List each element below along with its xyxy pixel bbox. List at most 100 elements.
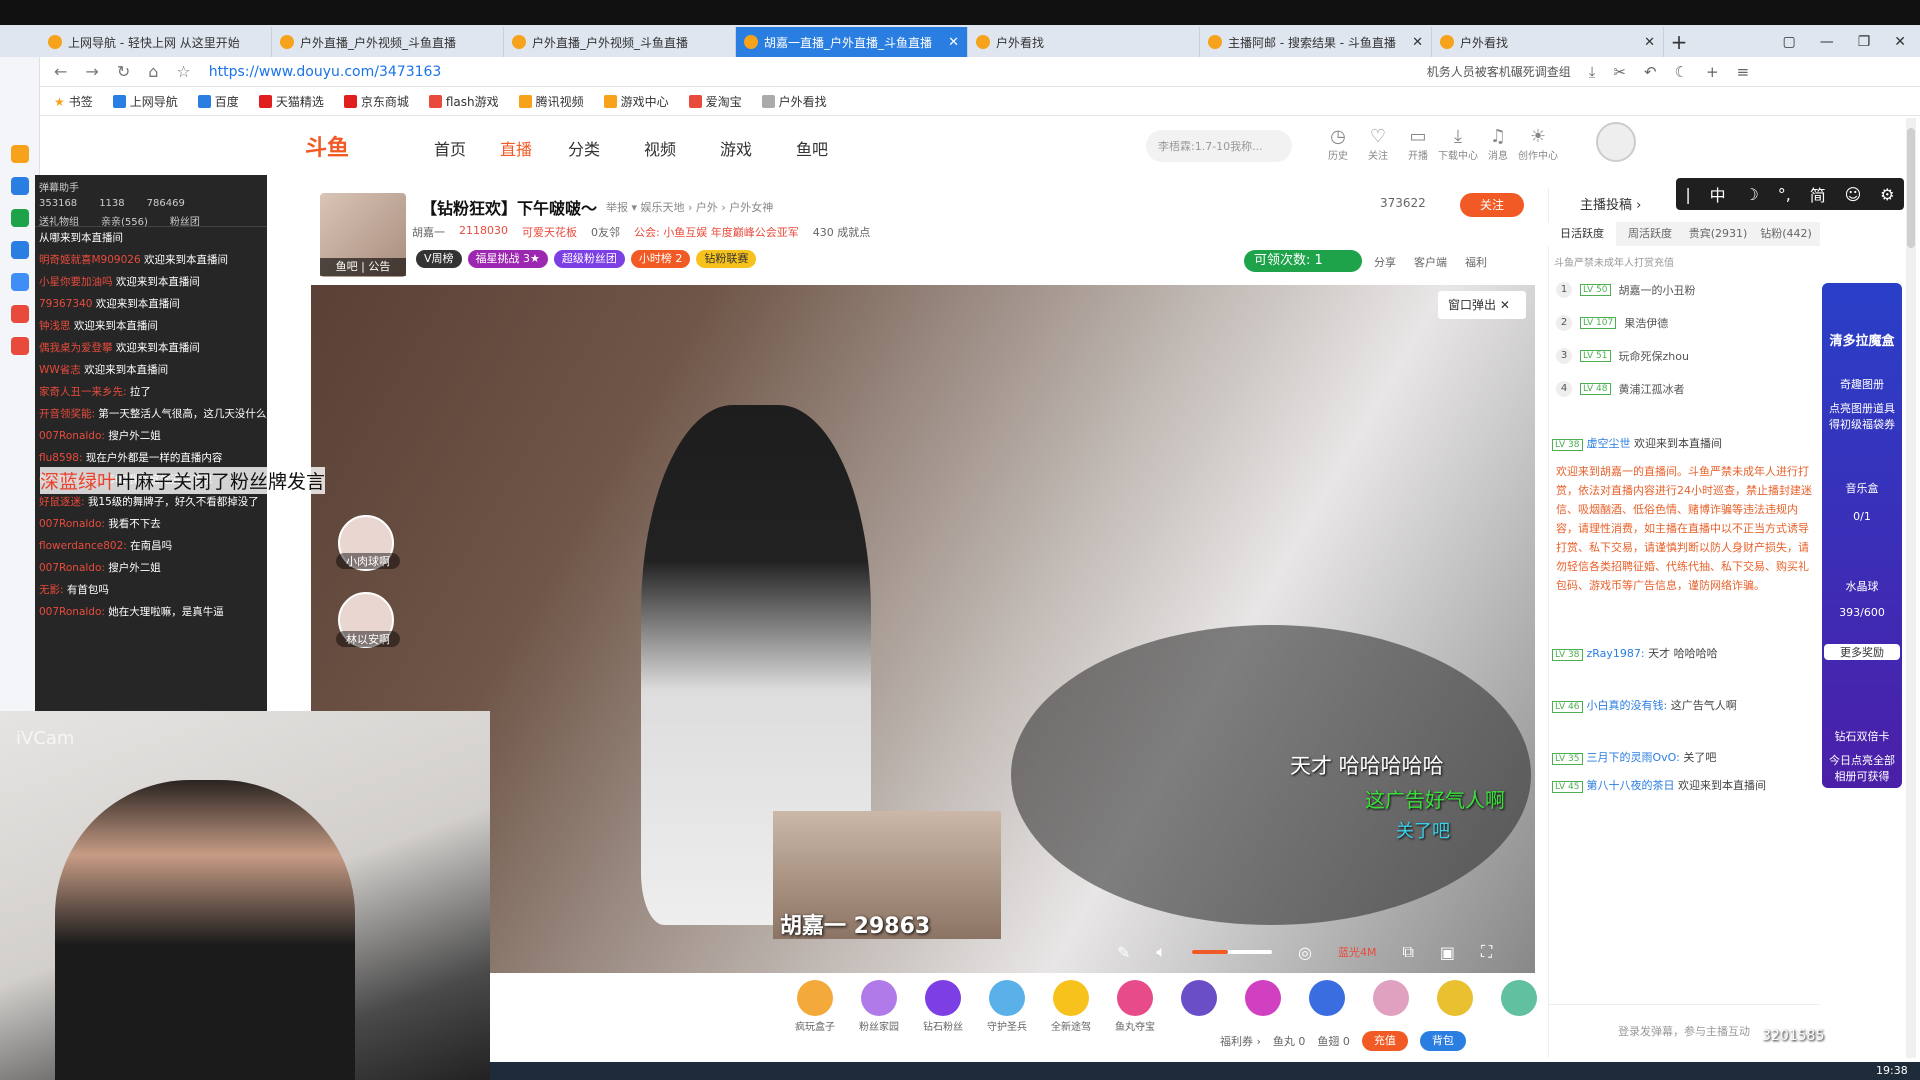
- ime-item[interactable]: 简: [1810, 182, 1826, 206]
- recharge-button[interactable]: 充值: [1361, 1031, 1408, 1051]
- browser-tab[interactable]: 户外看找: [968, 27, 1200, 57]
- danmu-user[interactable]: 明奇姬就喜M909026: [39, 254, 141, 266]
- friends-count[interactable]: 0友邻: [591, 224, 620, 240]
- danmu-user[interactable]: 007Ronaldo:: [39, 518, 105, 530]
- host-submission[interactable]: 主播投稿 ›: [1580, 194, 1641, 213]
- favorites-icon[interactable]: [11, 145, 29, 163]
- danmu-toggle-icon[interactable]: ◎: [1298, 943, 1312, 962]
- moon-icon[interactable]: ☽: [1745, 185, 1759, 204]
- bookmark-item[interactable]: 天猫精选: [258, 93, 324, 110]
- cover-label[interactable]: 鱼吧 | 公告: [320, 258, 406, 276]
- danmu-user[interactable]: 79367340: [39, 298, 92, 310]
- panel-tab[interactable]: 粉丝团: [170, 213, 200, 228]
- home-icon[interactable]: ⌂: [148, 62, 158, 81]
- ime-item[interactable]: °,: [1778, 185, 1791, 204]
- gift-item[interactable]: [1494, 980, 1544, 1033]
- nav-game[interactable]: 游戏: [720, 136, 752, 160]
- app-icon[interactable]: [11, 241, 29, 259]
- download-icon[interactable]: ⤓: [1589, 63, 1596, 81]
- close-icon[interactable]: ✕: [1500, 298, 1510, 312]
- volume-icon[interactable]: 🔈︎: [1156, 942, 1166, 962]
- scissors-icon[interactable]: ✂: [1613, 63, 1626, 81]
- panel-tab[interactable]: 亲亲(556): [101, 213, 148, 228]
- new-tab-icon[interactable]: +: [1664, 27, 1694, 57]
- user-avatar[interactable]: [1596, 122, 1636, 162]
- history-button[interactable]: ◷ 历史: [1318, 126, 1358, 162]
- lucky-challenge-badge[interactable]: 福星挑战 3★: [467, 250, 548, 268]
- bookmark-item[interactable]: flash游戏: [428, 93, 499, 110]
- creator-center-button[interactable]: ☀ 创作中心: [1518, 126, 1558, 162]
- rank-row[interactable]: 4 LV 48 黄浦江孤冰者: [1556, 377, 1685, 401]
- star-icon[interactable]: ☆: [176, 62, 190, 81]
- bookmark-item[interactable]: 爱淘宝: [688, 93, 742, 110]
- search-input[interactable]: 李梧霖:1.7-10我称...: [1146, 130, 1292, 162]
- page-scrollbar[interactable]: [1906, 118, 1916, 1058]
- message-button[interactable]: ♫ 消息: [1478, 126, 1518, 162]
- nav-live[interactable]: 直播: [500, 136, 532, 160]
- gift-item[interactable]: [1174, 980, 1224, 1033]
- diamond-card[interactable]: 钻石双倍卡: [1824, 728, 1900, 744]
- douyu-logo[interactable]: 斗鱼: [305, 130, 385, 160]
- nav-home[interactable]: 首页: [434, 136, 466, 160]
- promo-banner[interactable]: [1822, 283, 1902, 788]
- pip-toggle-icon[interactable]: ⧉: [1402, 942, 1413, 962]
- share-button[interactable]: 分享: [1374, 254, 1396, 270]
- reload-icon[interactable]: ↻: [117, 62, 130, 81]
- browser-tab[interactable]: 户外直播_户外视频_斗鱼直播: [504, 27, 736, 57]
- scrollbar-thumb[interactable]: [1907, 128, 1915, 248]
- danmu-user[interactable]: 007Ronaldo:: [39, 562, 105, 574]
- rank-row[interactable]: 3 LV 51 玩命死保zhou: [1556, 344, 1689, 368]
- gift-item[interactable]: 全新途驾: [1046, 980, 1096, 1033]
- follow-button[interactable]: 关注: [1460, 193, 1524, 217]
- diamond-league-badge[interactable]: 钻粉联赛: [696, 250, 757, 268]
- danmu-user[interactable]: 开音领奖能:: [39, 408, 95, 420]
- room-category[interactable]: 举报 ▾ 娱乐天地 › 户外 › 户外女神: [606, 199, 773, 215]
- bookmark-item[interactable]: ★ 书签: [54, 93, 93, 110]
- nav-category[interactable]: 分类: [568, 136, 600, 160]
- cloud-icon[interactable]: [11, 273, 29, 291]
- backpack-button[interactable]: 背包: [1419, 1031, 1466, 1051]
- music-box[interactable]: 音乐盒: [1824, 480, 1900, 496]
- weibo-icon[interactable]: [11, 305, 29, 323]
- gift-item[interactable]: [1302, 980, 1352, 1033]
- plus-icon[interactable]: +: [1706, 63, 1719, 81]
- forward-icon[interactable]: →: [85, 62, 98, 81]
- bookmark-item[interactable]: 游戏中心: [603, 93, 669, 110]
- gift-item[interactable]: [1366, 980, 1416, 1033]
- gift-item[interactable]: 钻石粉丝: [918, 980, 968, 1033]
- emoji-icon[interactable]: ☺: [1845, 185, 1862, 204]
- danmu-user[interactable]: 家奇人丑一来乡先:: [39, 386, 127, 398]
- rank-row[interactable]: 2 LV 107 果浩伊德: [1556, 311, 1668, 335]
- crystal-ball[interactable]: 水晶球: [1824, 578, 1900, 594]
- browser-tab-active[interactable]: 胡嘉一直播_户外直播_斗鱼直播 ✕: [736, 27, 968, 57]
- browser-tab[interactable]: 户外看找 ✕: [1432, 27, 1664, 57]
- gift-item[interactable]: 疯玩盒子: [790, 980, 840, 1033]
- bitrate-selector[interactable]: 蓝光4M: [1338, 944, 1377, 960]
- nav-video[interactable]: 视频: [644, 136, 676, 160]
- gift-item[interactable]: 粉丝家园: [854, 980, 904, 1033]
- bookmark-item[interactable]: 户外看找: [761, 93, 827, 110]
- danmu-user[interactable]: 007Ronaldo:: [39, 606, 105, 618]
- menu-icon[interactable]: ≡: [1737, 63, 1750, 81]
- bookmark-item[interactable]: 百度: [197, 93, 239, 110]
- host-name[interactable]: 胡嘉一: [412, 224, 445, 240]
- tab-daily[interactable]: 日活跃度: [1548, 222, 1616, 246]
- bookmark-item[interactable]: 京东商城: [343, 93, 409, 110]
- gift-item[interactable]: 鱼丸夺宝: [1110, 980, 1160, 1033]
- download-center-button[interactable]: ⤓ 下载中心: [1438, 126, 1478, 162]
- danmu-user[interactable]: 无影:: [39, 584, 64, 596]
- undo-icon[interactable]: ↶: [1644, 63, 1657, 81]
- close-window-icon[interactable]: ✕: [1894, 34, 1906, 50]
- moon-icon[interactable]: ☾: [1675, 63, 1688, 81]
- more-rewards-button[interactable]: 更多奖励: [1824, 644, 1900, 660]
- danmu-user[interactable]: 小星你要加油吗: [39, 276, 113, 288]
- rank-row[interactable]: 1 LV 50 胡嘉一的小丑粉: [1556, 278, 1696, 302]
- volume-slider[interactable]: [1192, 950, 1273, 954]
- danmu-user[interactable]: 偶我桌为爱登攀: [39, 342, 113, 354]
- search-hint[interactable]: 机务人员被客机碾死调查组: [1427, 63, 1571, 80]
- follow-button[interactable]: ♡ 关注: [1358, 126, 1398, 162]
- url-field[interactable]: https://www.douyu.com/3473163: [209, 64, 1409, 80]
- tab-vip[interactable]: 贵宾(2931): [1684, 222, 1752, 246]
- gift-item[interactable]: 守护圣兵: [982, 980, 1032, 1033]
- browser-tab[interactable]: 上网导航 - 轻快上网 从这里开始: [40, 27, 272, 57]
